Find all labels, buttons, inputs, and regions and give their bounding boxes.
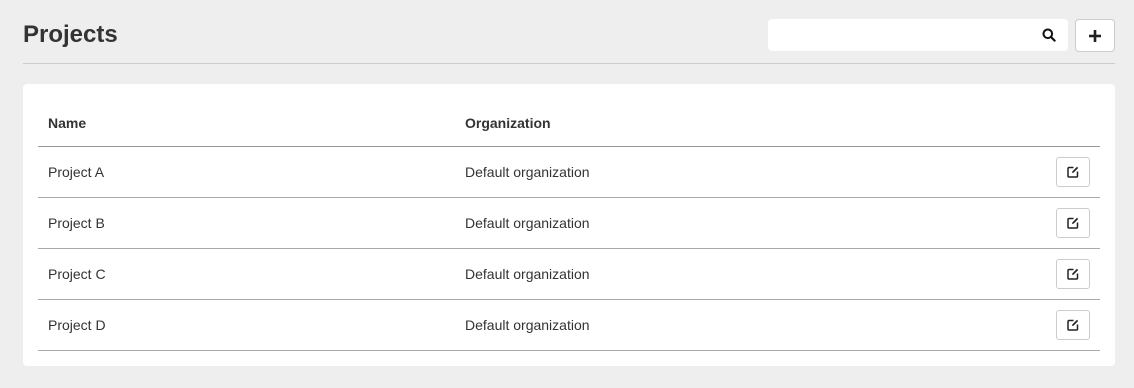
- edit-icon: [1067, 319, 1079, 331]
- column-header-organization: Organization: [455, 100, 975, 147]
- projects-card: Name Organization Project A Default orga…: [23, 84, 1115, 366]
- project-name-cell: Project B: [38, 197, 455, 249]
- edit-icon: [1067, 217, 1079, 229]
- project-name-cell: Project C: [38, 248, 455, 300]
- edit-project-button[interactable]: [1056, 309, 1090, 340]
- edit-icon: [1067, 166, 1079, 178]
- table-header-row: Name Organization: [38, 100, 1100, 147]
- search-input[interactable]: [768, 19, 1030, 51]
- page-header: Projects: [23, 0, 1115, 64]
- edit-icon: [1067, 268, 1079, 280]
- actions-cell: [975, 146, 1100, 198]
- column-header-actions: [975, 100, 1100, 147]
- plus-icon: [1088, 29, 1102, 43]
- table-row: Project D Default organization: [38, 299, 1100, 351]
- table-row: Project C Default organization: [38, 248, 1100, 300]
- edit-project-button[interactable]: [1056, 258, 1090, 289]
- page-title: Projects: [23, 21, 118, 48]
- edit-project-button[interactable]: [1056, 207, 1090, 238]
- edit-project-button[interactable]: [1056, 156, 1090, 187]
- organization-cell: Default organization: [455, 299, 975, 351]
- organization-cell: Default organization: [455, 197, 975, 249]
- projects-table: Name Organization Project A Default orga…: [38, 100, 1100, 351]
- add-project-button[interactable]: [1075, 19, 1115, 52]
- table-row: Project A Default organization: [38, 146, 1100, 198]
- project-name-cell: Project A: [38, 146, 455, 198]
- project-name-cell: Project D: [38, 299, 455, 351]
- search-icon[interactable]: [1042, 28, 1056, 42]
- actions-cell: [975, 299, 1100, 351]
- organization-cell: Default organization: [455, 146, 975, 198]
- table-row: Project B Default organization: [38, 197, 1100, 249]
- actions-cell: [975, 248, 1100, 300]
- search-box: [768, 19, 1068, 51]
- actions-cell: [975, 197, 1100, 249]
- organization-cell: Default organization: [455, 248, 975, 300]
- column-header-name: Name: [38, 100, 455, 147]
